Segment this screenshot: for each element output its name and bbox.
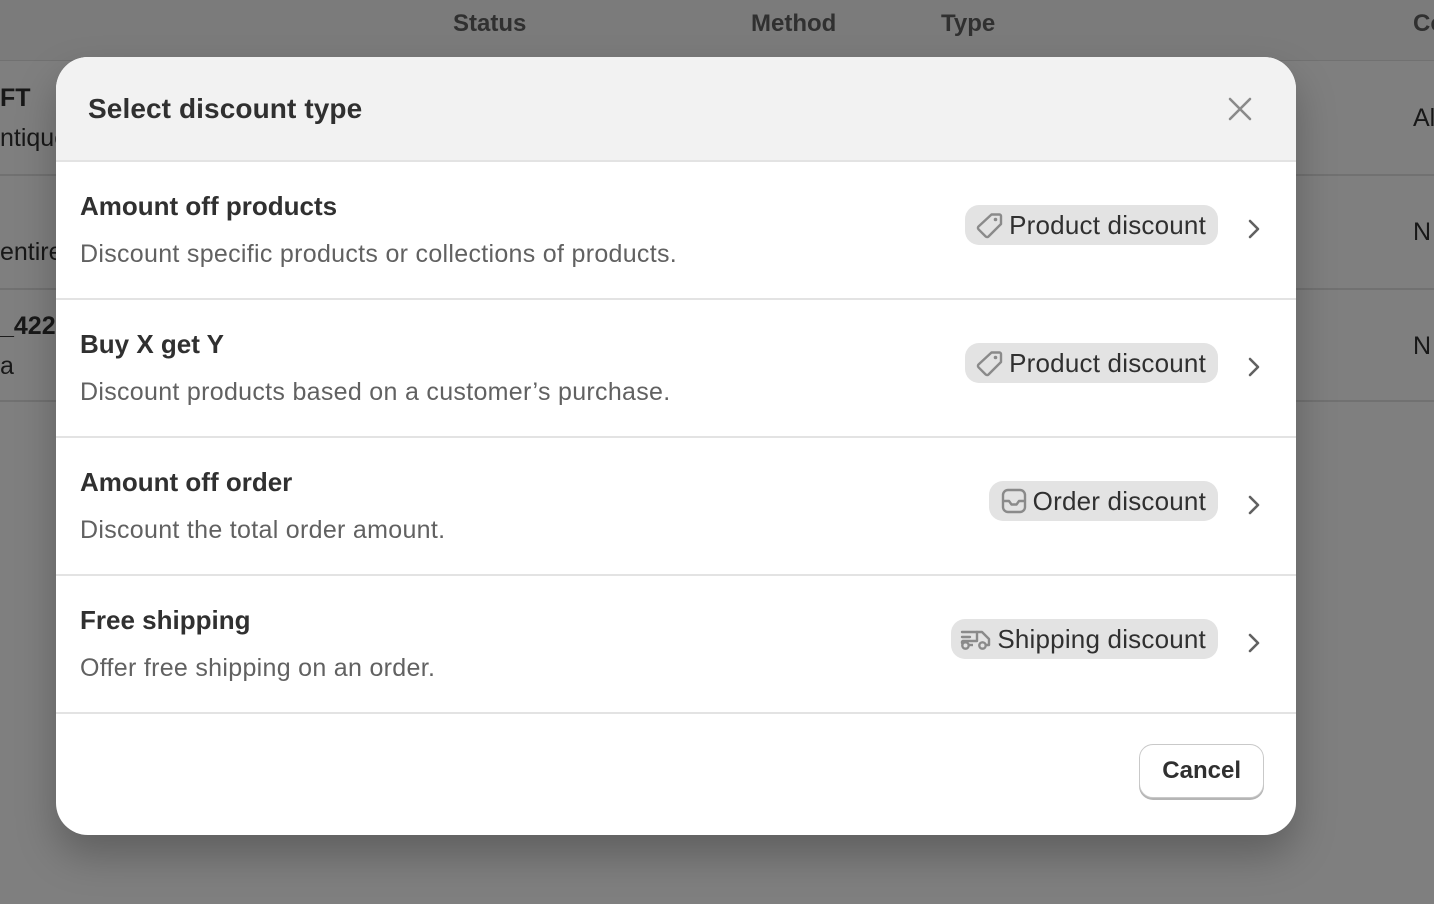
badge-label: Product discount (1009, 209, 1206, 240)
chevron-right-icon (1244, 217, 1264, 241)
close-button[interactable] (1218, 87, 1262, 131)
option-title: Free shipping (80, 605, 251, 635)
option-description: Discount the total order amount. (80, 516, 446, 544)
modal-header: Select discount type (56, 57, 1296, 162)
option-free-shipping[interactable]: Free shipping Offer free shipping on an … (56, 576, 1296, 714)
badge-label: Shipping discount (997, 623, 1206, 654)
discount-class-badge: Shipping discount (951, 619, 1218, 659)
option-description: Discount products based on a customer’s … (80, 378, 671, 406)
option-title: Buy X get Y (80, 329, 225, 359)
modal-title: Select discount type (88, 92, 363, 124)
option-title: Amount off order (80, 467, 293, 497)
badge-label: Product discount (1009, 347, 1206, 378)
chevron-right-icon (1244, 631, 1264, 655)
option-title: Amount off products (80, 191, 338, 221)
option-amount-off-order[interactable]: Amount off order Discount the total orde… (56, 438, 1296, 576)
discount-class-badge: Product discount (965, 343, 1218, 383)
option-amount-off-products[interactable]: Amount off products Discount specific pr… (56, 162, 1296, 300)
option-description: Offer free shipping on an order. (80, 654, 436, 682)
select-discount-type-modal: Select discount type Amount off products… (56, 57, 1296, 835)
modal-footer: Cancel (56, 714, 1296, 832)
discount-class-badge: Order discount (988, 481, 1218, 521)
option-buy-x-get-y[interactable]: Buy X get Y Discount products based on a… (56, 300, 1296, 438)
badge-label: Order discount (1032, 485, 1206, 516)
chevron-right-icon (1244, 355, 1264, 379)
chevron-right-icon (1244, 493, 1264, 517)
discount-class-badge: Product discount (965, 205, 1218, 245)
delivery-truck-icon (961, 630, 991, 650)
tag-icon (976, 213, 1003, 239)
cart-tray-icon (1001, 488, 1026, 514)
cancel-button[interactable]: Cancel (1139, 744, 1264, 798)
option-description: Discount specific products or collection… (80, 240, 678, 268)
tag-icon (976, 351, 1003, 377)
close-icon (1228, 97, 1252, 120)
